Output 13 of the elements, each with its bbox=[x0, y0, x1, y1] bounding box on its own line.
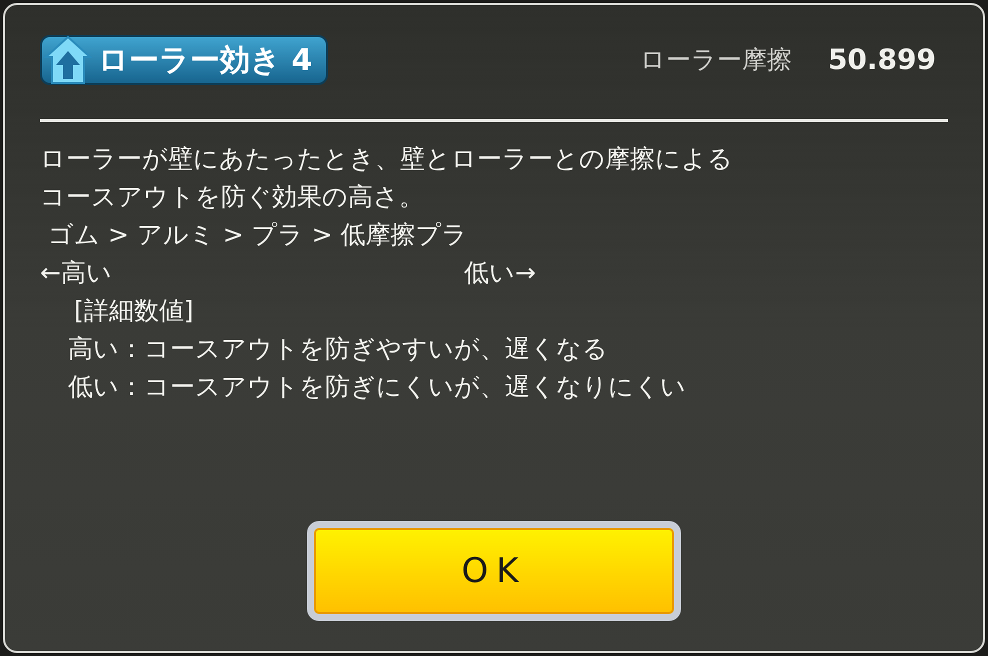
details-heading: [詳細数値] bbox=[73, 295, 195, 327]
stat-label: ローラー摩擦 bbox=[640, 44, 792, 76]
house-up-arrow-icon bbox=[44, 35, 92, 85]
scale-low-text: 低い→ bbox=[464, 257, 536, 289]
stat-value: 50.899 bbox=[828, 42, 936, 78]
details-text: 低い：コースアウトを防ぎにくいが、遅くなりにくい bbox=[67, 371, 687, 403]
scale-high-text: ←高い bbox=[40, 257, 113, 289]
details-text: 高い：コースアウトを防ぎやすいが、遅くなる bbox=[67, 333, 609, 365]
description-text: ローラーが壁にあたったとき、壁とローラーとの摩擦による bbox=[40, 143, 734, 175]
ok-button[interactable]: OK bbox=[307, 521, 681, 621]
ranking-text: ゴム > アルミ > プラ > 低摩擦プラ bbox=[47, 219, 469, 251]
title-text: ローラー効き 4 bbox=[98, 42, 312, 80]
description-text: コースアウトを防ぐ効果の高さ。 bbox=[40, 181, 425, 213]
